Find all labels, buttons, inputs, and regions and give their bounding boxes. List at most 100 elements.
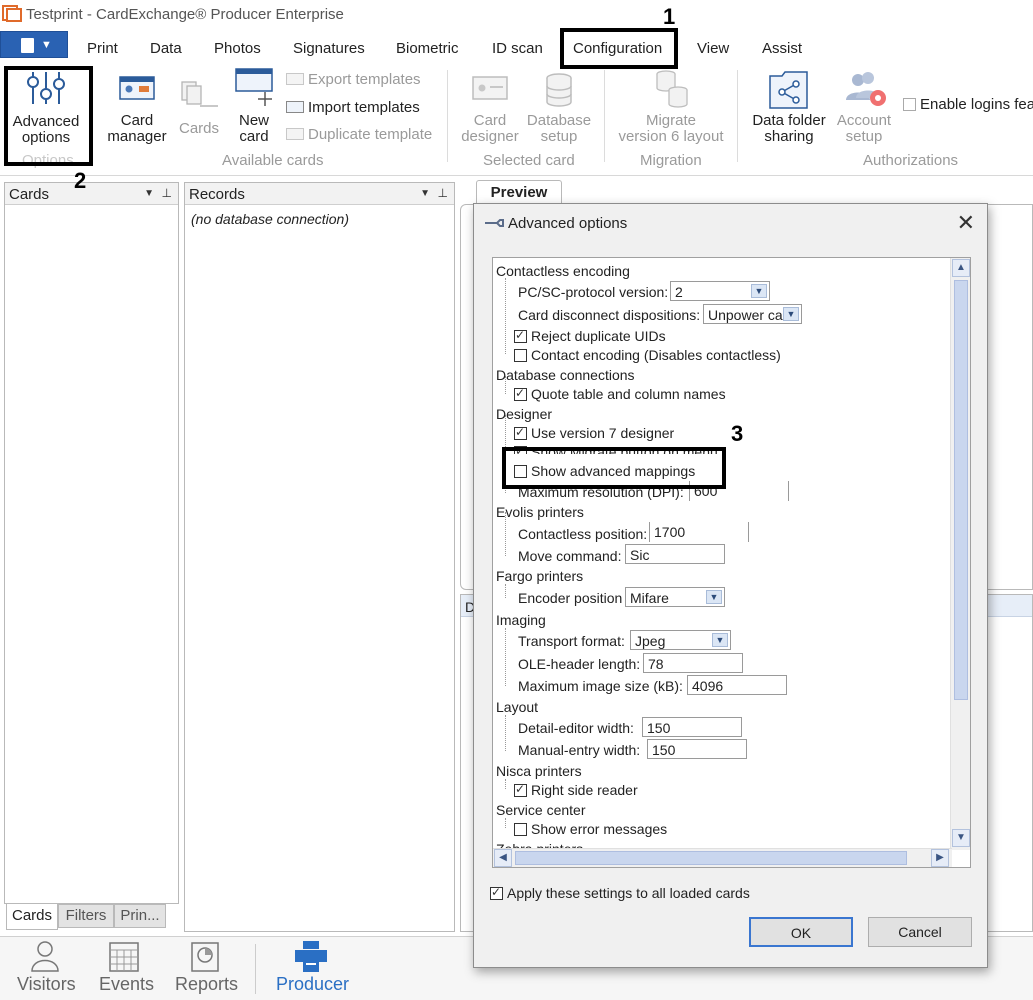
scroll-down-icon[interactable]: ▼ [952, 829, 970, 847]
ok-button[interactable]: OK [749, 917, 853, 947]
chevron-down-icon[interactable]: ▼ [783, 307, 799, 321]
manual-entry-width-field[interactable]: 150 [647, 739, 747, 759]
migrate-v6-layout-button[interactable]: Migrate version 6 layout [616, 66, 726, 146]
wrench-icon [485, 219, 504, 227]
category-database-connections[interactable]: Database connections [496, 367, 635, 383]
card-manager-button[interactable]: Card manager [104, 70, 170, 146]
pcsc-protocol-label: PC/SC-protocol version: [518, 284, 669, 300]
transport-format-select[interactable]: Jpeg ▼ [630, 630, 731, 650]
category-nisca-printers[interactable]: Nisca printers [496, 763, 582, 779]
import-templates-button[interactable]: Import templates [286, 99, 420, 116]
menu-assist[interactable]: Assist [762, 40, 802, 57]
panel-dropdown-icon[interactable]: ▼ [144, 188, 154, 199]
contact-encoding-checkbox[interactable]: Contact encoding (Disables contactless) [514, 347, 781, 363]
application-menu-button[interactable]: ▼ [0, 31, 68, 58]
card-disconnect-select[interactable]: Unpower ca ▼ [703, 304, 802, 324]
move-command-field[interactable]: Sic [625, 544, 725, 564]
property-grid[interactable]: Contactless encoding PC/SC-protocol vers… [492, 257, 971, 868]
duplicate-template-label: Duplicate template [308, 126, 433, 143]
group-label-available-cards: Available cards [222, 152, 324, 169]
category-fargo-printers[interactable]: Fargo printers [496, 568, 583, 584]
right-side-reader-checkbox[interactable]: Right side reader [514, 782, 638, 798]
scroll-left-icon[interactable]: ◀ [494, 849, 512, 867]
use-v7-designer-label: Use version 7 designer [531, 425, 675, 441]
menu-view[interactable]: View [697, 40, 729, 57]
horizontal-scrollbar[interactable]: ◀ ▶ [493, 848, 952, 867]
chevron-down-icon[interactable]: ▼ [751, 284, 767, 298]
pin-icon[interactable]: ⊥ [162, 186, 172, 200]
export-templates-button[interactable]: Export templates [286, 71, 421, 88]
category-designer[interactable]: Designer [496, 406, 552, 422]
menu-biometric[interactable]: Biometric [396, 40, 459, 57]
new-card-label-1: New [238, 112, 269, 129]
share-folder-icon [769, 71, 808, 109]
card-manager-label-1: Card [120, 112, 154, 129]
menu-signatures[interactable]: Signatures [293, 40, 365, 57]
records-empty-message: (no database connection) [191, 211, 349, 227]
category-evolis-printers[interactable]: Evolis printers [496, 504, 584, 520]
data-folder-sharing-button[interactable]: Data folder sharing [748, 66, 830, 146]
chevron-down-icon[interactable]: ▼ [706, 590, 722, 604]
migrate-label-2: version 6 layout [618, 128, 724, 145]
checkbox-checked [514, 386, 527, 401]
card-manager-label-2: manager [107, 128, 167, 145]
nav-reports-label[interactable]: Reports [175, 974, 238, 995]
new-card-button[interactable]: New card [232, 66, 276, 146]
account-setup-button[interactable]: Account setup [832, 66, 896, 146]
apply-all-checkbox[interactable]: Apply these settings to all loaded cards [490, 885, 750, 901]
detail-editor-width-field[interactable]: 150 [642, 717, 742, 737]
checkbox-checked [514, 425, 527, 440]
new-card-icon [235, 68, 273, 106]
tab-print[interactable]: Prin... [114, 904, 166, 928]
use-v7-designer-checkbox[interactable]: Use version 7 designer [514, 425, 674, 441]
ole-header-field[interactable]: 78 [643, 653, 743, 673]
checkbox-checked [514, 328, 527, 343]
database-setup-button[interactable]: Database setup [524, 66, 594, 146]
contactless-position-field[interactable]: 1700 [649, 522, 749, 542]
enable-logins-checkbox[interactable]: Enable logins fea [903, 96, 1033, 113]
annotation-box-configuration [560, 28, 678, 69]
menu-print[interactable]: Print [87, 40, 118, 57]
cards-button[interactable]: Cards [176, 70, 222, 146]
scroll-right-icon[interactable]: ▶ [931, 849, 949, 867]
quote-names-checkbox[interactable]: Quote table and column names [514, 386, 726, 402]
detail-editor-width-value: 150 [647, 720, 671, 736]
tab-preview[interactable]: Preview [476, 180, 562, 204]
tab-cards[interactable]: Cards [6, 904, 58, 930]
printer-icon[interactable] [294, 940, 328, 974]
category-layout[interactable]: Layout [496, 699, 538, 715]
show-error-messages-checkbox[interactable]: Show error messages [514, 821, 667, 837]
scrollbar-thumb[interactable] [515, 851, 907, 865]
panel-dropdown-icon[interactable]: ▼ [420, 188, 430, 199]
duplicate-template-button[interactable]: Duplicate template [286, 126, 432, 143]
scroll-up-icon[interactable]: ▲ [952, 259, 970, 277]
menu-photos[interactable]: Photos [214, 40, 261, 57]
reject-duplicate-uids-checkbox[interactable]: Reject duplicate UIDs [514, 328, 666, 344]
card-designer-button[interactable]: Card designer [458, 66, 522, 146]
category-contactless-encoding[interactable]: Contactless encoding [496, 263, 630, 279]
chevron-down-icon[interactable]: ▼ [712, 633, 728, 647]
document-icon [21, 38, 34, 53]
group-label-authorizations: Authorizations [863, 152, 959, 169]
menu-id-scan[interactable]: ID scan [492, 40, 543, 57]
chevron-down-icon: ▼ [41, 39, 52, 51]
category-service-center[interactable]: Service center [496, 802, 585, 818]
tab-filters[interactable]: Filters [58, 904, 114, 928]
annotation-box-show-advanced-mappings [502, 447, 726, 489]
pcsc-protocol-select[interactable]: 2 ▼ [670, 281, 770, 301]
scrollbar-thumb[interactable] [954, 280, 968, 700]
menu-data[interactable]: Data [150, 40, 182, 57]
nav-events-label[interactable]: Events [99, 974, 154, 995]
close-icon[interactable]: ✕ [957, 210, 975, 236]
nav-producer-label[interactable]: Producer [276, 974, 349, 995]
contact-encoding-label: Contact encoding (Disables contactless) [531, 347, 781, 363]
report-chart-icon[interactable] [190, 942, 220, 972]
cancel-button[interactable]: Cancel [868, 917, 972, 947]
encoder-position-select[interactable]: Mifare ▼ [625, 587, 725, 607]
category-imaging[interactable]: Imaging [496, 612, 546, 628]
pin-icon[interactable]: ⊥ [438, 186, 448, 200]
calendar-icon[interactable] [109, 942, 139, 972]
right-side-reader-label: Right side reader [531, 782, 638, 798]
max-image-size-field[interactable]: 4096 [687, 675, 787, 695]
vertical-scrollbar[interactable]: ▲ ▼ [950, 258, 970, 850]
